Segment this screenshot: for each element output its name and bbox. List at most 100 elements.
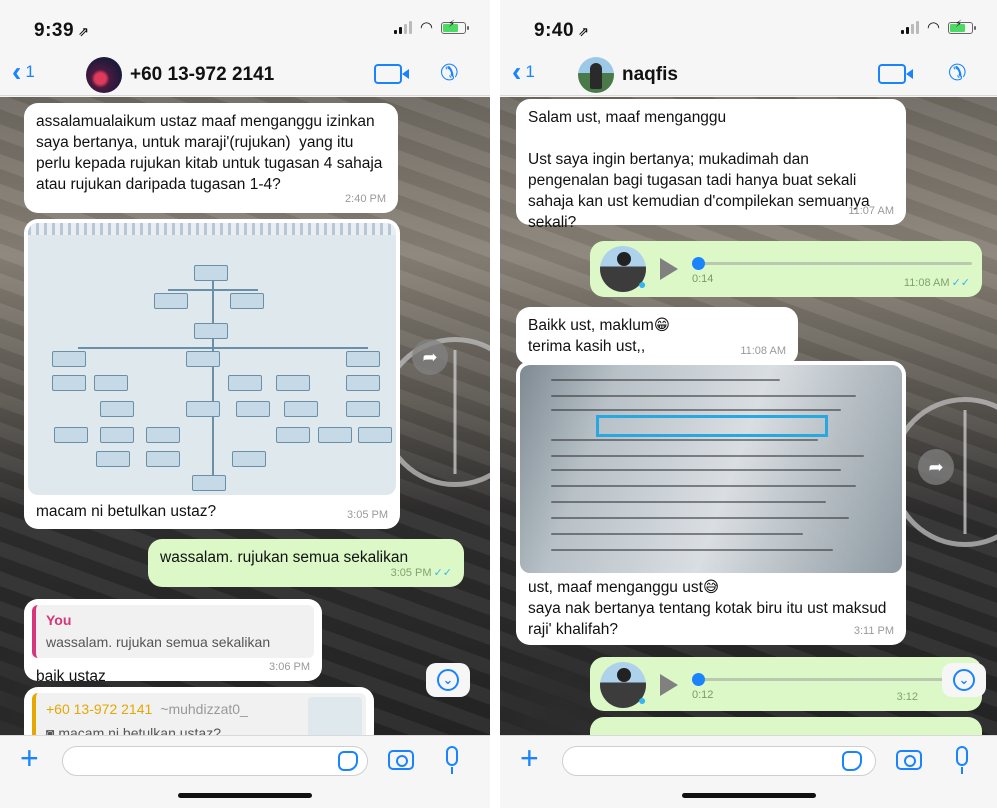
sticker-icon[interactable] (338, 751, 358, 771)
quoted-message[interactable]: You wassalam. rujukan semua sekalikan (32, 605, 314, 659)
chevron-down-icon: ⌄ (953, 669, 975, 691)
message-text: wassalam. rujukan semua sekalikan (160, 549, 409, 566)
chevron-left-icon: ‹ (12, 56, 22, 87)
microphone-icon: ● (638, 275, 647, 292)
contact-name[interactable]: naqfis (622, 64, 678, 86)
chevron-left-icon: ‹ (512, 56, 522, 87)
signal-icon (900, 21, 919, 34)
location-arrow-icon: ⇗ (578, 24, 590, 39)
right-phone-screen: 9:40 ⇗ ◠ ⚡ ‹ 1 naqfis ✆ Salam ust, maaf m… (500, 0, 997, 808)
contact-info[interactable]: naqfis (578, 57, 678, 93)
camera-icon[interactable] (896, 750, 922, 770)
chat-area[interactable]: assalamualaikum ustaz maaf menganggu izi… (0, 97, 490, 735)
unread-count: 1 (525, 62, 535, 81)
message-time: 3:12 (896, 691, 918, 704)
image-message[interactable]: macam ni betulkan ustaz? 3:05 PM (24, 219, 400, 529)
camera-small-icon: ◙ (46, 725, 59, 735)
wifi-icon: ◠ (419, 19, 433, 36)
location-arrow-icon: ⇗ (78, 24, 90, 39)
chat-area[interactable]: Salam ust, maaf menganggu Ust saya ingin… (500, 97, 997, 735)
home-indicator (681, 793, 816, 798)
play-icon[interactable] (660, 258, 678, 280)
voice-sender-avatar: ● (600, 246, 646, 292)
highlight-box (596, 415, 828, 437)
forward-icon[interactable]: ➦ (918, 449, 954, 485)
microphone-icon[interactable] (956, 746, 968, 774)
avatar[interactable] (578, 57, 614, 93)
audio-duration: 0:12 (692, 689, 714, 701)
contact-name[interactable]: +60 13-972 2141 (130, 64, 274, 86)
image-message[interactable]: ust, maaf menganggu ust😅 saya nak bertan… (516, 361, 906, 645)
audio-progress[interactable]: 0:12 (692, 670, 972, 701)
camera-icon[interactable] (388, 750, 414, 770)
compose-bar: + (0, 735, 490, 808)
audio-duration: 0:14 (692, 273, 714, 285)
scroll-down-button[interactable]: ⌄ (426, 663, 470, 697)
battery-icon: ⚡ (441, 19, 469, 34)
home-indicator (178, 793, 312, 798)
voice-message[interactable]: ● 0:12 3:12 (590, 657, 982, 711)
voice-message[interactable]: ● 0:14 11:08 AM ✓✓ (590, 241, 982, 297)
quote-text: wassalam. rujukan semua sekalikan (46, 634, 271, 651)
message-time: 3:05 PM (347, 509, 388, 522)
back-button[interactable]: ‹ 1 (12, 58, 35, 86)
attachment-image[interactable] (520, 365, 902, 573)
status-time: 9:39 ⇗ (34, 20, 90, 41)
status-bar: 9:40 ⇗ ◠ ⚡ (500, 0, 997, 52)
message-bubble[interactable]: assalamualaikum ustaz maaf menganggu izi… (24, 103, 398, 213)
message-time: 11:08 AM (740, 345, 786, 358)
play-icon[interactable] (660, 674, 678, 696)
read-ticks-icon: ✓✓ (433, 567, 452, 580)
battery-icon: ⚡ (948, 19, 976, 34)
message-time: 3:05 PM ✓✓ (390, 567, 452, 580)
avatar[interactable] (86, 57, 122, 93)
chat-header: ‹ 1 +60 13-972 2141 ✆ (0, 52, 490, 96)
quote-thumbnail (308, 697, 362, 735)
message-time: 11:08 AM ✓✓ (903, 277, 970, 290)
image-caption: macam ni betulkan ustaz? (36, 503, 217, 520)
status-time: 9:40 ⇗ (534, 20, 590, 41)
contact-info[interactable]: +60 13-972 2141 (86, 57, 274, 93)
plus-icon[interactable]: + (20, 742, 39, 774)
message-text: assalamualaikum ustaz maaf menganggu izi… (36, 113, 387, 194)
back-button[interactable]: ‹ 1 (512, 58, 535, 86)
read-ticks-icon: ✓✓ (951, 277, 970, 290)
message-bubble[interactable]: Salam ust, maaf menganggu Ust saya ingin… (516, 99, 906, 231)
wifi-icon: ◠ (926, 19, 940, 36)
signal-icon (393, 21, 412, 34)
microphone-icon[interactable] (446, 746, 458, 774)
message-time: 3:11 PM (853, 625, 894, 638)
voice-sender-avatar: ● (600, 662, 646, 708)
message-bubble[interactable]: wassalam. rujukan semua sekalikan 3:05 P… (148, 539, 464, 587)
reply-message[interactable]: You wassalam. rujukan semua sekalikan ba… (24, 599, 322, 685)
unread-count: 1 (25, 62, 35, 81)
plus-icon[interactable]: + (520, 742, 539, 774)
video-call-icon[interactable] (878, 64, 913, 84)
attachment-image[interactable] (28, 223, 396, 495)
forward-icon[interactable]: ➦ (412, 339, 448, 375)
message-input[interactable] (562, 746, 876, 776)
status-bar: 9:39 ⇗ ◠ ⚡ (0, 0, 490, 52)
message-time: 3:06 PM (269, 661, 310, 674)
left-phone-screen: 9:39 ⇗ ◠ ⚡ ‹ 1 +60 13-972 2141 ✆ assalamu… (0, 0, 490, 808)
chat-header: ‹ 1 naqfis ✆ (500, 52, 997, 96)
reply-message[interactable]: +60 13-972 2141 ~muhdizzat0_ ◙ macam ni b… (24, 687, 374, 735)
message-input[interactable] (62, 746, 368, 776)
compose-bar: + (500, 735, 997, 808)
sticker-icon[interactable] (842, 751, 862, 771)
video-call-icon[interactable] (374, 64, 409, 84)
phone-call-icon[interactable]: ✆ (440, 60, 458, 86)
quote-username: ~muhdizzat0_ (160, 701, 248, 717)
microphone-icon: ● (638, 691, 647, 708)
image-caption: ust, maaf menganggu ust😅 saya nak bertan… (528, 579, 887, 639)
message-time: 11:07 AM (848, 205, 894, 218)
phone-call-icon[interactable]: ✆ (948, 60, 966, 86)
voice-message[interactable] (590, 717, 982, 735)
quote-author: You (46, 612, 72, 628)
system-icons: ◠ ⚡ (393, 19, 469, 36)
quoted-message[interactable]: +60 13-972 2141 ~muhdizzat0_ ◙ macam ni b… (32, 693, 366, 735)
message-bubble[interactable]: Baikk ust, maklum😁 terima kasih ust,, 11… (516, 307, 798, 365)
message-time: 2:40 PM (345, 193, 386, 206)
system-icons: ◠ ⚡ (900, 19, 976, 36)
scroll-down-button[interactable]: ⌄ (942, 663, 986, 697)
